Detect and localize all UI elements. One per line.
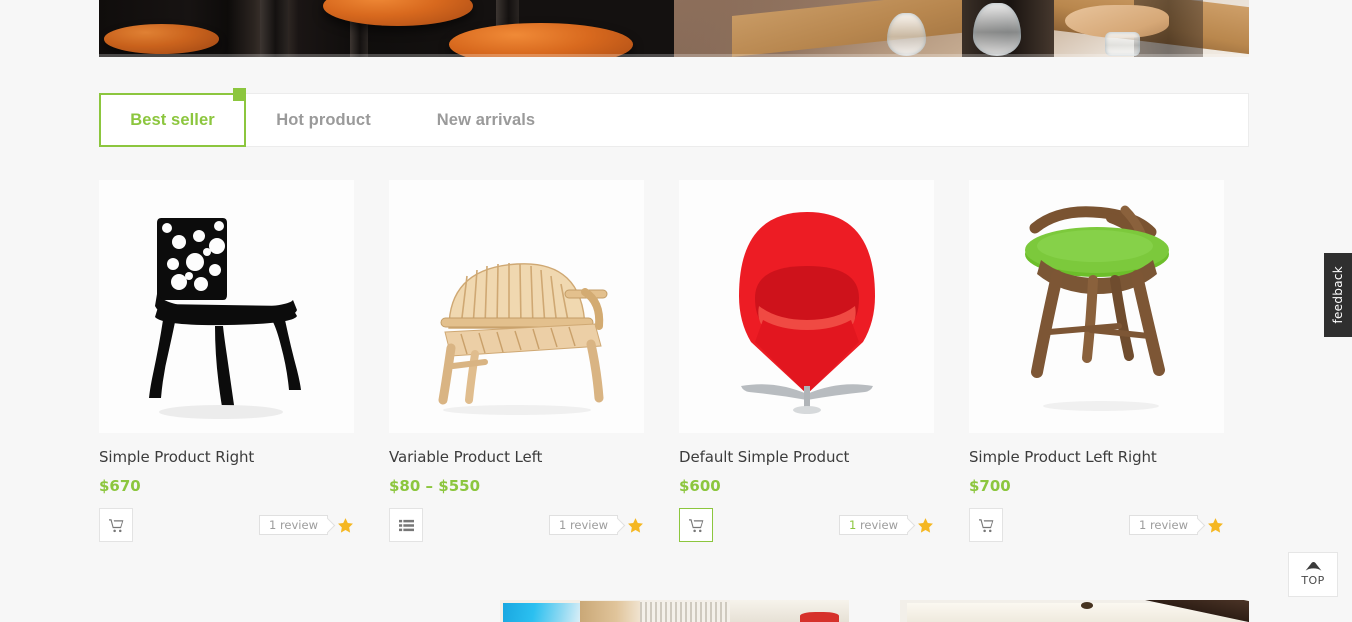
review-label: review	[1149, 518, 1188, 532]
triangle-up-icon	[1305, 562, 1321, 571]
product-card[interactable]: Simple Product Left Right $700 1 review	[969, 180, 1224, 542]
scroll-to-top-button[interactable]: TOP	[1288, 552, 1338, 597]
product-reviews[interactable]: 1 review	[838, 515, 934, 535]
banner-wine-glass-1	[886, 12, 926, 56]
product-reviews[interactable]: 1 review	[548, 515, 644, 535]
product-action-row: 1 review	[969, 508, 1224, 542]
strip-blue-screen	[503, 603, 581, 622]
product-card[interactable]: Default Simple Product $600 1 review	[679, 180, 934, 542]
strip-window-blinds	[639, 602, 731, 622]
page-root: Best seller Hot product New arrivals Sim…	[0, 0, 1352, 622]
banner-post-left	[260, 0, 288, 57]
product-price: $600	[679, 477, 721, 495]
list-options-icon	[398, 519, 414, 531]
add-to-cart-button[interactable]	[969, 508, 1003, 542]
review-label: review	[279, 518, 318, 532]
banner-bar-stool-3	[103, 23, 219, 54]
product-image-simple-product-right[interactable]	[99, 180, 354, 433]
product-tabs: Best seller Hot product New arrivals	[99, 88, 1248, 147]
product-image-default-simple-product[interactable]	[679, 180, 934, 433]
feedback-tab-label: feedback	[1331, 266, 1345, 324]
red-cone-chair-illustration	[679, 180, 934, 433]
product-image-variable-product-left[interactable]	[389, 180, 644, 433]
review-count: 1	[558, 518, 567, 532]
tab-new-arrivals[interactable]: New arrivals	[401, 94, 571, 146]
scroll-to-top-label: TOP	[1301, 574, 1325, 587]
strip-wood-panel	[580, 601, 640, 622]
product-grid: Simple Product Right $670 1 review Varia…	[99, 180, 1249, 542]
tab-best-seller-label: Best seller	[130, 110, 215, 129]
product-action-row: 1 review	[389, 508, 644, 542]
product-title[interactable]: Default Simple Product	[679, 448, 934, 466]
rating-star-icon	[338, 517, 353, 533]
product-title[interactable]: Simple Product Left Right	[969, 448, 1224, 466]
strip-red-object	[800, 612, 839, 622]
product-price: $700	[969, 477, 1011, 495]
tab-new-arrivals-label: New arrivals	[436, 110, 536, 129]
tab-hot-product-label: Hot product	[276, 110, 371, 129]
product-reviews[interactable]: 1 review	[1128, 515, 1224, 535]
banner-bottom-edge	[99, 54, 1249, 57]
rating-star-icon	[1208, 517, 1223, 533]
banner-wine-glass-2	[973, 3, 1022, 56]
rating-star-icon	[628, 517, 643, 533]
walnut-stool-illustration	[969, 180, 1224, 433]
strip-ceiling-fixture	[1081, 601, 1094, 609]
review-count-badge[interactable]: 1 review	[258, 515, 328, 535]
add-to-cart-button[interactable]	[679, 508, 713, 542]
review-count: 1	[848, 518, 857, 532]
bottom-image-strip-left	[500, 600, 849, 622]
product-title[interactable]: Simple Product Right	[99, 448, 354, 466]
product-reviews[interactable]: 1 review	[258, 515, 354, 535]
feedback-tab[interactable]: feedback	[1324, 253, 1352, 337]
hero-banner-image	[99, 0, 1249, 57]
review-count: 1	[1138, 518, 1147, 532]
banner-water-glass	[1105, 31, 1140, 56]
wooden-bench-illustration	[389, 180, 644, 433]
product-price: $670	[99, 477, 141, 495]
select-options-button[interactable]	[389, 508, 423, 542]
banner-photo	[99, 0, 1249, 57]
tab-hot-product[interactable]: Hot product	[246, 94, 401, 146]
product-action-row: 1 review	[99, 508, 354, 542]
cart-icon	[688, 518, 703, 532]
tab-best-seller[interactable]: Best seller	[99, 88, 246, 147]
product-title[interactable]: Variable Product Left	[389, 448, 644, 466]
review-count-badge[interactable]: 1 review	[1128, 515, 1198, 535]
review-label: review	[569, 518, 608, 532]
active-tab-corner-marker	[233, 88, 246, 101]
add-to-cart-button[interactable]	[99, 508, 133, 542]
cart-icon	[978, 518, 993, 532]
product-card[interactable]: Simple Product Right $670 1 review	[99, 180, 354, 542]
product-image-simple-product-left-right[interactable]	[969, 180, 1224, 433]
review-label: review	[859, 518, 898, 532]
product-card[interactable]: Variable Product Left $80 – $550 1 revie…	[389, 180, 644, 542]
black-chair-illustration	[99, 180, 354, 433]
product-price: $80 – $550	[389, 477, 481, 495]
review-count-badge[interactable]: 1 review	[548, 515, 618, 535]
product-action-row: 1 review	[679, 508, 934, 542]
bottom-image-strip-right	[900, 600, 1249, 622]
review-count-badge[interactable]: 1 review	[838, 515, 908, 535]
review-count: 1	[268, 518, 277, 532]
rating-star-icon	[918, 517, 933, 533]
product-tabs-bar: Best seller Hot product New arrivals	[99, 88, 1249, 147]
cart-icon	[108, 518, 123, 532]
